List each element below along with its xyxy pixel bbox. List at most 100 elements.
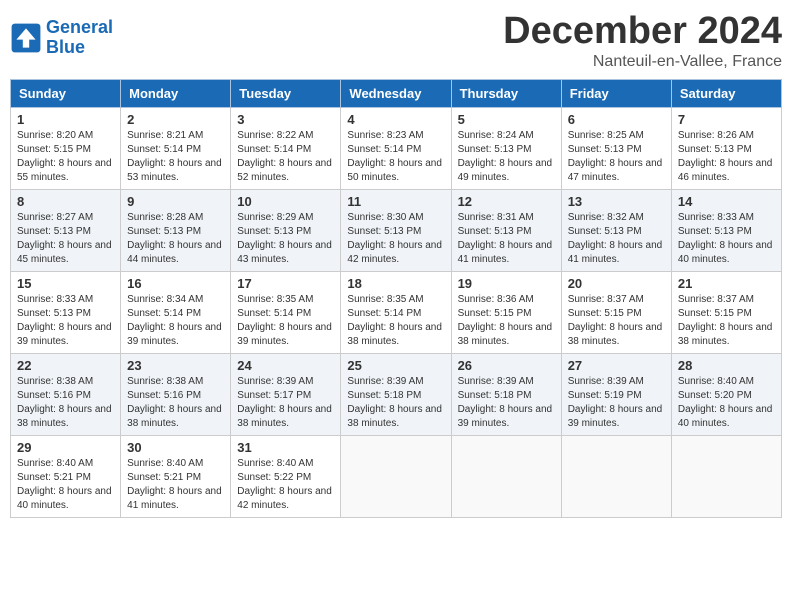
day-info: Sunrise: 8:32 AMSunset: 5:13 PMDaylight:… <box>568 211 665 267</box>
calendar-cell: 13 Sunrise: 8:32 AMSunset: 5:13 PMDaylig… <box>561 190 671 272</box>
day-number: 11 <box>347 194 444 209</box>
calendar-cell <box>451 436 561 518</box>
week-row-4: 22 Sunrise: 8:38 AMSunset: 5:16 PMDaylig… <box>11 354 782 436</box>
week-row-1: 1 Sunrise: 8:20 AMSunset: 5:15 PMDayligh… <box>11 108 782 190</box>
calendar-cell: 10 Sunrise: 8:29 AMSunset: 5:13 PMDaylig… <box>231 190 341 272</box>
day-info: Sunrise: 8:36 AMSunset: 5:15 PMDaylight:… <box>458 293 555 349</box>
day-info: Sunrise: 8:35 AMSunset: 5:14 PMDaylight:… <box>347 293 444 349</box>
day-number: 3 <box>237 112 334 127</box>
calendar-cell: 26 Sunrise: 8:39 AMSunset: 5:18 PMDaylig… <box>451 354 561 436</box>
calendar-cell: 14 Sunrise: 8:33 AMSunset: 5:13 PMDaylig… <box>671 190 781 272</box>
weekday-header-wednesday: Wednesday <box>341 80 451 108</box>
logo-line2: Blue <box>46 37 85 57</box>
calendar-cell: 2 Sunrise: 8:21 AMSunset: 5:14 PMDayligh… <box>121 108 231 190</box>
day-info: Sunrise: 8:39 AMSunset: 5:17 PMDaylight:… <box>237 375 334 431</box>
calendar-cell: 16 Sunrise: 8:34 AMSunset: 5:14 PMDaylig… <box>121 272 231 354</box>
day-info: Sunrise: 8:26 AMSunset: 5:13 PMDaylight:… <box>678 129 775 185</box>
day-info: Sunrise: 8:37 AMSunset: 5:15 PMDaylight:… <box>568 293 665 349</box>
day-number: 25 <box>347 358 444 373</box>
calendar-cell: 30 Sunrise: 8:40 AMSunset: 5:21 PMDaylig… <box>121 436 231 518</box>
day-info: Sunrise: 8:28 AMSunset: 5:13 PMDaylight:… <box>127 211 224 267</box>
day-number: 8 <box>17 194 114 209</box>
day-info: Sunrise: 8:39 AMSunset: 5:18 PMDaylight:… <box>347 375 444 431</box>
day-info: Sunrise: 8:38 AMSunset: 5:16 PMDaylight:… <box>17 375 114 431</box>
day-info: Sunrise: 8:33 AMSunset: 5:13 PMDaylight:… <box>17 293 114 349</box>
calendar-cell: 27 Sunrise: 8:39 AMSunset: 5:19 PMDaylig… <box>561 354 671 436</box>
calendar-table: SundayMondayTuesdayWednesdayThursdayFrid… <box>10 79 782 518</box>
day-number: 28 <box>678 358 775 373</box>
weekday-header-friday: Friday <box>561 80 671 108</box>
weekday-header-thursday: Thursday <box>451 80 561 108</box>
day-number: 7 <box>678 112 775 127</box>
weekday-header-row: SundayMondayTuesdayWednesdayThursdayFrid… <box>11 80 782 108</box>
day-number: 29 <box>17 440 114 455</box>
calendar-cell: 3 Sunrise: 8:22 AMSunset: 5:14 PMDayligh… <box>231 108 341 190</box>
calendar-cell <box>671 436 781 518</box>
calendar-cell: 11 Sunrise: 8:30 AMSunset: 5:13 PMDaylig… <box>341 190 451 272</box>
calendar-cell: 1 Sunrise: 8:20 AMSunset: 5:15 PMDayligh… <box>11 108 121 190</box>
day-number: 5 <box>458 112 555 127</box>
calendar-cell: 17 Sunrise: 8:35 AMSunset: 5:14 PMDaylig… <box>231 272 341 354</box>
day-info: Sunrise: 8:39 AMSunset: 5:18 PMDaylight:… <box>458 375 555 431</box>
calendar-cell: 9 Sunrise: 8:28 AMSunset: 5:13 PMDayligh… <box>121 190 231 272</box>
calendar-cell <box>561 436 671 518</box>
day-number: 2 <box>127 112 224 127</box>
day-number: 31 <box>237 440 334 455</box>
day-info: Sunrise: 8:25 AMSunset: 5:13 PMDaylight:… <box>568 129 665 185</box>
calendar-cell: 12 Sunrise: 8:31 AMSunset: 5:13 PMDaylig… <box>451 190 561 272</box>
day-number: 4 <box>347 112 444 127</box>
day-info: Sunrise: 8:34 AMSunset: 5:14 PMDaylight:… <box>127 293 224 349</box>
day-number: 16 <box>127 276 224 291</box>
day-number: 30 <box>127 440 224 455</box>
logo: General Blue <box>10 18 113 58</box>
day-number: 13 <box>568 194 665 209</box>
week-row-2: 8 Sunrise: 8:27 AMSunset: 5:13 PMDayligh… <box>11 190 782 272</box>
calendar-cell: 7 Sunrise: 8:26 AMSunset: 5:13 PMDayligh… <box>671 108 781 190</box>
location-title: Nanteuil-en-Vallee, France <box>503 53 782 71</box>
day-number: 9 <box>127 194 224 209</box>
month-title: December 2024 <box>503 10 782 53</box>
calendar-cell <box>341 436 451 518</box>
calendar-cell: 18 Sunrise: 8:35 AMSunset: 5:14 PMDaylig… <box>341 272 451 354</box>
day-number: 6 <box>568 112 665 127</box>
weekday-header-tuesday: Tuesday <box>231 80 341 108</box>
calendar-cell: 4 Sunrise: 8:23 AMSunset: 5:14 PMDayligh… <box>341 108 451 190</box>
day-info: Sunrise: 8:35 AMSunset: 5:14 PMDaylight:… <box>237 293 334 349</box>
day-number: 14 <box>678 194 775 209</box>
day-number: 12 <box>458 194 555 209</box>
calendar-cell: 25 Sunrise: 8:39 AMSunset: 5:18 PMDaylig… <box>341 354 451 436</box>
weekday-header-saturday: Saturday <box>671 80 781 108</box>
logo-text: General Blue <box>46 18 113 58</box>
day-info: Sunrise: 8:38 AMSunset: 5:16 PMDaylight:… <box>127 375 224 431</box>
calendar-cell: 31 Sunrise: 8:40 AMSunset: 5:22 PMDaylig… <box>231 436 341 518</box>
day-info: Sunrise: 8:40 AMSunset: 5:21 PMDaylight:… <box>17 457 114 513</box>
day-number: 15 <box>17 276 114 291</box>
calendar-cell: 8 Sunrise: 8:27 AMSunset: 5:13 PMDayligh… <box>11 190 121 272</box>
day-info: Sunrise: 8:30 AMSunset: 5:13 PMDaylight:… <box>347 211 444 267</box>
day-info: Sunrise: 8:33 AMSunset: 5:13 PMDaylight:… <box>678 211 775 267</box>
logo-icon <box>10 22 42 54</box>
day-info: Sunrise: 8:40 AMSunset: 5:21 PMDaylight:… <box>127 457 224 513</box>
calendar-cell: 29 Sunrise: 8:40 AMSunset: 5:21 PMDaylig… <box>11 436 121 518</box>
day-info: Sunrise: 8:20 AMSunset: 5:15 PMDaylight:… <box>17 129 114 185</box>
day-number: 24 <box>237 358 334 373</box>
day-number: 20 <box>568 276 665 291</box>
calendar-cell: 24 Sunrise: 8:39 AMSunset: 5:17 PMDaylig… <box>231 354 341 436</box>
calendar-cell: 28 Sunrise: 8:40 AMSunset: 5:20 PMDaylig… <box>671 354 781 436</box>
day-info: Sunrise: 8:40 AMSunset: 5:22 PMDaylight:… <box>237 457 334 513</box>
day-number: 26 <box>458 358 555 373</box>
week-row-5: 29 Sunrise: 8:40 AMSunset: 5:21 PMDaylig… <box>11 436 782 518</box>
day-number: 19 <box>458 276 555 291</box>
day-info: Sunrise: 8:37 AMSunset: 5:15 PMDaylight:… <box>678 293 775 349</box>
calendar-cell: 19 Sunrise: 8:36 AMSunset: 5:15 PMDaylig… <box>451 272 561 354</box>
day-info: Sunrise: 8:23 AMSunset: 5:14 PMDaylight:… <box>347 129 444 185</box>
day-info: Sunrise: 8:31 AMSunset: 5:13 PMDaylight:… <box>458 211 555 267</box>
calendar-cell: 15 Sunrise: 8:33 AMSunset: 5:13 PMDaylig… <box>11 272 121 354</box>
calendar-cell: 5 Sunrise: 8:24 AMSunset: 5:13 PMDayligh… <box>451 108 561 190</box>
day-number: 18 <box>347 276 444 291</box>
day-info: Sunrise: 8:40 AMSunset: 5:20 PMDaylight:… <box>678 375 775 431</box>
calendar-cell: 20 Sunrise: 8:37 AMSunset: 5:15 PMDaylig… <box>561 272 671 354</box>
title-area: December 2024 Nanteuil-en-Vallee, France <box>503 10 782 71</box>
calendar-cell: 22 Sunrise: 8:38 AMSunset: 5:16 PMDaylig… <box>11 354 121 436</box>
day-info: Sunrise: 8:21 AMSunset: 5:14 PMDaylight:… <box>127 129 224 185</box>
